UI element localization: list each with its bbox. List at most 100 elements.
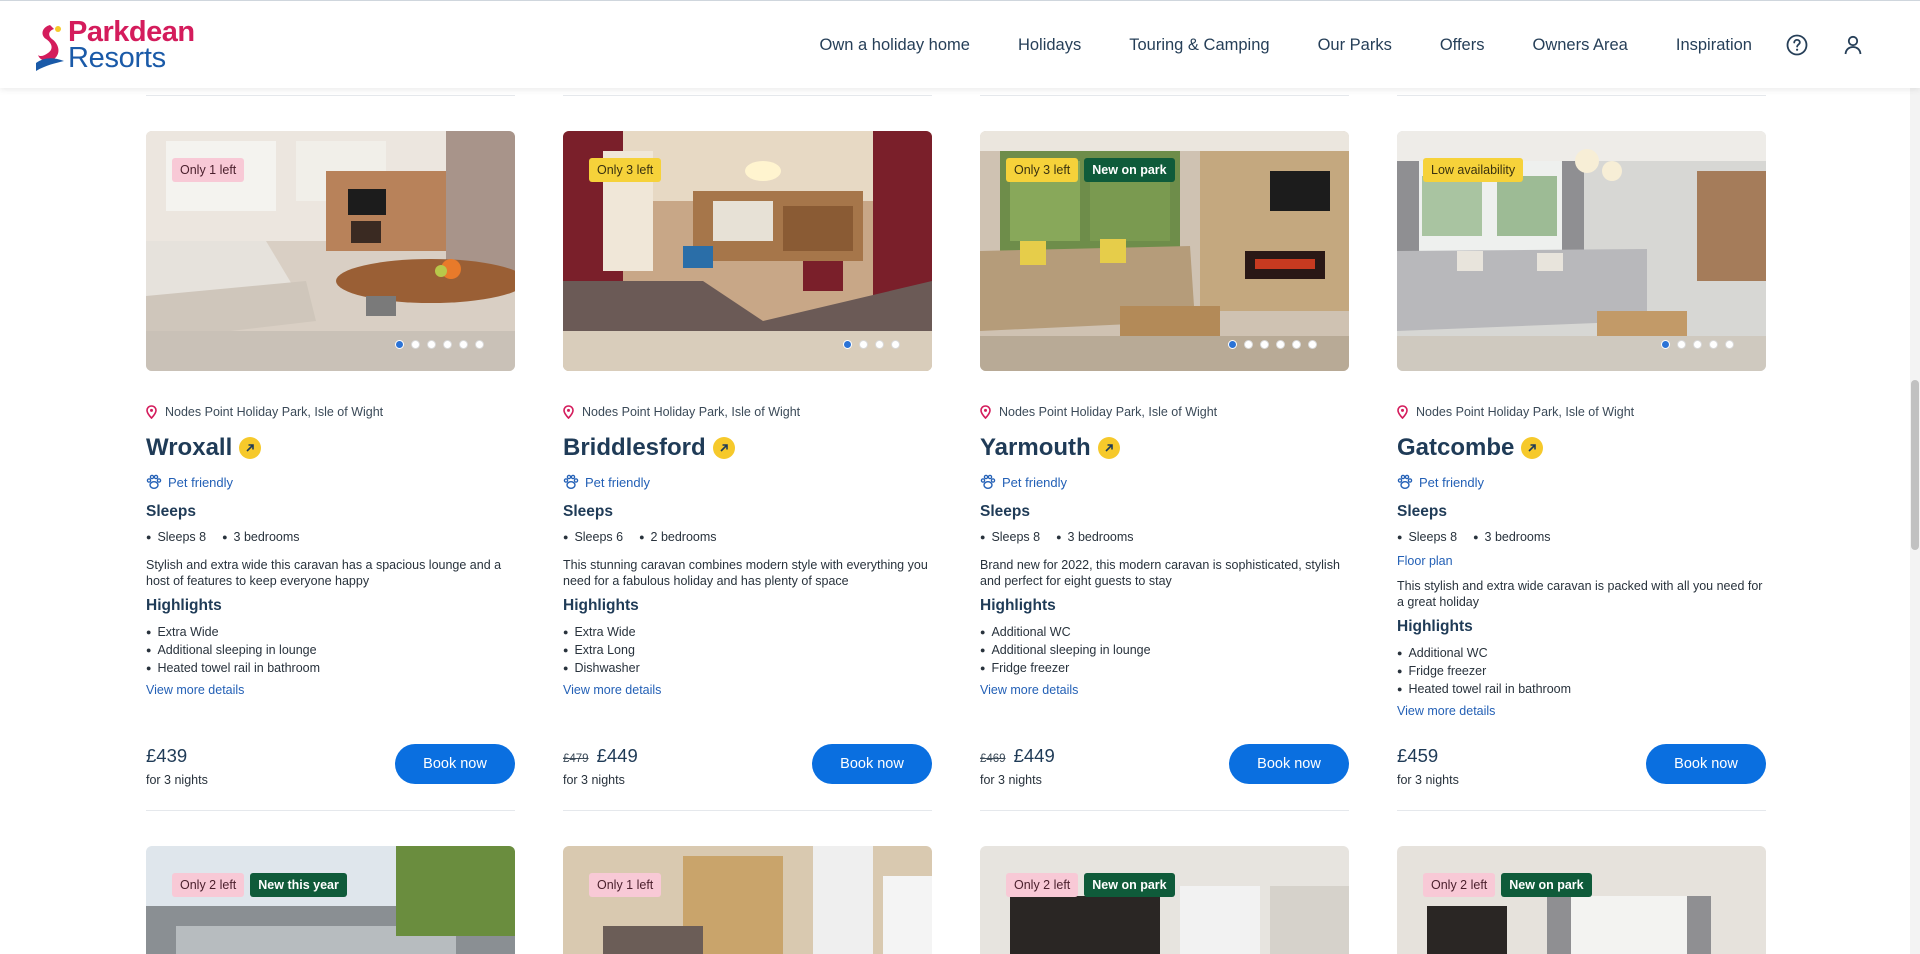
view-more-details-link[interactable]: View more details xyxy=(980,683,1349,699)
carousel-dots xyxy=(843,340,900,349)
park-location: Nodes Point Holiday Park, Isle of Wight xyxy=(980,404,1349,420)
highlights-list: Extra Wide Extra Long Dishwasher xyxy=(563,623,932,677)
scrollbar-thumb[interactable] xyxy=(1911,380,1919,550)
nav-holidays[interactable]: Holidays xyxy=(1018,36,1081,55)
caravan-photo[interactable]: Only 3 left New on park xyxy=(980,131,1349,371)
help-circle-icon[interactable] xyxy=(1786,34,1808,56)
spec-list: Sleeps 8 3 bedrooms xyxy=(980,529,1349,545)
carousel-dot[interactable] xyxy=(1709,340,1718,349)
was-price: £469 xyxy=(980,753,1006,765)
park-location: Nodes Point Holiday Park, Isle of Wight xyxy=(1397,404,1766,420)
carousel-dot[interactable] xyxy=(1308,340,1317,349)
highlight-item: Heated towel rail in bathroom xyxy=(146,659,515,677)
price-row: £479 £449 for 3 nights Book now xyxy=(563,744,932,787)
pet-friendly-label: Pet friendly xyxy=(1002,474,1068,490)
carousel-dot[interactable] xyxy=(1693,340,1702,349)
spec-bedrooms: 3 bedrooms xyxy=(1473,530,1551,544)
caravan-name[interactable]: Briddlesford xyxy=(563,434,706,462)
carousel-dot[interactable] xyxy=(1661,340,1670,349)
caravan-name[interactable]: Gatcombe xyxy=(1397,434,1514,462)
view-more-details-link[interactable]: View more details xyxy=(146,683,515,699)
carousel-dot[interactable] xyxy=(1228,340,1237,349)
nav-offers[interactable]: Offers xyxy=(1440,36,1485,55)
price-row: £439 for 3 nights Book now xyxy=(146,744,515,787)
nav-owners-area[interactable]: Owners Area xyxy=(1532,36,1627,55)
caravan-photo[interactable]: Only 1 left xyxy=(146,131,515,371)
pet-friendly-label: Pet friendly xyxy=(585,474,651,490)
user-icon[interactable] xyxy=(1842,34,1864,56)
carousel-dot[interactable] xyxy=(1725,340,1734,349)
park-location: Nodes Point Holiday Park, Isle of Wight xyxy=(146,404,515,420)
book-now-button[interactable]: Book now xyxy=(1646,744,1766,784)
price: £449 xyxy=(596,745,638,766)
carousel-dot[interactable] xyxy=(459,340,468,349)
caravan-name[interactable]: Wroxall xyxy=(146,434,232,462)
book-now-button[interactable]: Book now xyxy=(1229,744,1349,784)
open-arrow-icon[interactable] xyxy=(712,437,735,459)
holiday-home-card: Only 1 left Nodes Point Holiday Park, Is… xyxy=(146,131,515,811)
view-more-details-link[interactable]: View more details xyxy=(1397,704,1766,720)
nav-touring-camping[interactable]: Touring & Camping xyxy=(1129,36,1269,55)
carousel-dot[interactable] xyxy=(427,340,436,349)
caravan-photo[interactable]: Only 3 left xyxy=(563,131,932,371)
new-on-park-badge: New on park xyxy=(1501,873,1592,897)
nav-inspiration[interactable]: Inspiration xyxy=(1676,36,1752,55)
caravan-description: Brand new for 2022, this modern caravan … xyxy=(980,558,1340,588)
carousel-dot[interactable] xyxy=(843,340,852,349)
carousel-dot[interactable] xyxy=(443,340,452,349)
carousel-dot[interactable] xyxy=(411,340,420,349)
availability-badge: Only 1 left xyxy=(589,873,662,897)
book-now-button[interactable]: Book now xyxy=(812,744,932,784)
caravan-photo[interactable]: Only 1 left xyxy=(563,846,932,954)
caravan-photo[interactable]: Only 2 left New on park xyxy=(980,846,1349,954)
spec-list: Sleeps 8 3 bedrooms xyxy=(146,529,515,545)
caravan-description: This stunning caravan combines modern st… xyxy=(563,558,928,588)
new-on-park-badge: New on park xyxy=(1084,158,1175,182)
divider xyxy=(146,95,515,96)
caravan-photo[interactable]: Only 2 left New this year xyxy=(146,846,515,954)
nav-our-parks[interactable]: Our Parks xyxy=(1318,36,1392,55)
floor-plan-link[interactable]: Floor plan xyxy=(1397,554,1766,570)
availability-badge: Only 2 left xyxy=(1423,873,1496,897)
view-more-details-link[interactable]: View more details xyxy=(563,683,932,699)
highlight-item: Dishwasher xyxy=(563,659,932,677)
carousel-dot[interactable] xyxy=(395,340,404,349)
divider xyxy=(563,810,932,811)
price: £459 xyxy=(1397,745,1439,766)
carousel-dot[interactable] xyxy=(1244,340,1253,349)
carousel-dot[interactable] xyxy=(1276,340,1285,349)
carousel-dot[interactable] xyxy=(1292,340,1301,349)
availability-badge: Only 2 left xyxy=(1006,873,1079,897)
open-arrow-icon[interactable] xyxy=(1521,437,1544,459)
carousel-dot[interactable] xyxy=(475,340,484,349)
highlight-item: Extra Wide xyxy=(563,623,932,641)
spec-sleeps: Sleeps 8 xyxy=(1397,530,1457,544)
spec-sleeps: Sleeps 8 xyxy=(146,530,206,544)
pet-friendly-tag: Pet friendly xyxy=(563,473,932,491)
open-arrow-icon[interactable] xyxy=(239,437,262,459)
location-pin-icon xyxy=(1397,405,1408,419)
interior-photo-image xyxy=(980,846,1349,954)
was-price: £479 xyxy=(563,753,589,765)
park-location: Nodes Point Holiday Park, Isle of Wight xyxy=(563,404,932,420)
caravan-photo[interactable]: Only 2 left New on park xyxy=(1397,846,1766,954)
badge-group: Only 2 left New on park xyxy=(1006,873,1175,897)
caravan-photo[interactable]: Low availability xyxy=(1397,131,1766,371)
divider xyxy=(1397,810,1766,811)
carousel-dot[interactable] xyxy=(891,340,900,349)
availability-badge: Only 3 left xyxy=(1006,158,1079,182)
paw-icon xyxy=(146,474,162,489)
book-now-button[interactable]: Book now xyxy=(395,744,515,784)
caravan-name[interactable]: Yarmouth xyxy=(980,434,1091,462)
price-row: £459 for 3 nights Book now xyxy=(1397,744,1766,787)
open-arrow-icon[interactable] xyxy=(1097,437,1120,459)
nav-own-holiday-home[interactable]: Own a holiday home xyxy=(820,36,970,55)
availability-badge: Only 1 left xyxy=(172,158,245,182)
page-scrollbar[interactable] xyxy=(1910,88,1920,954)
carousel-dot[interactable] xyxy=(875,340,884,349)
carousel-dot[interactable] xyxy=(1677,340,1686,349)
carousel-dot[interactable] xyxy=(859,340,868,349)
carousel-dot[interactable] xyxy=(1260,340,1269,349)
parkdean-logo[interactable]: Parkdean Resorts xyxy=(34,18,195,73)
badge-group: Only 2 left New this year xyxy=(172,873,347,897)
